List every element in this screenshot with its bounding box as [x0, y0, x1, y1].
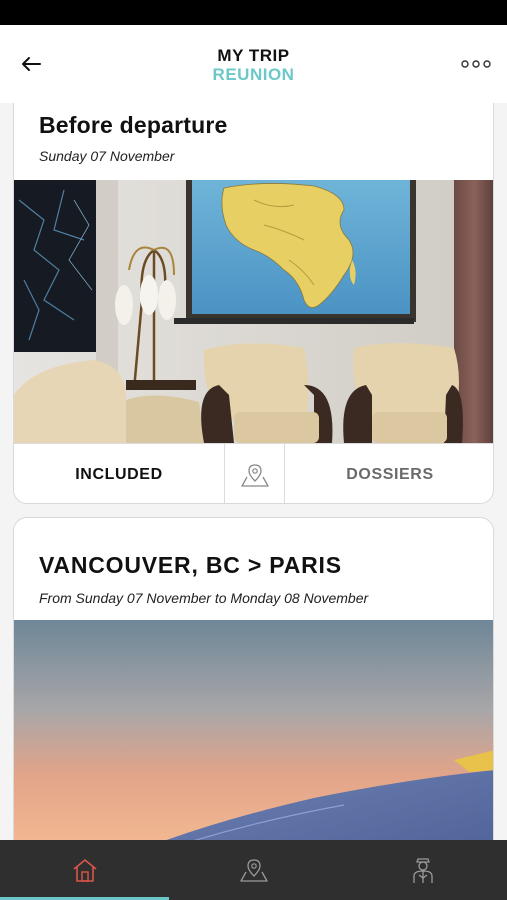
home-icon	[72, 859, 97, 882]
more-dots-icon	[461, 60, 491, 68]
living-room-with-africa-map-photo	[14, 180, 493, 443]
trip-title: MY TRIP	[217, 46, 290, 65]
itinerary-card-before-departure[interactable]: Before departure Sunday 07 November INCL…	[13, 103, 494, 504]
dossiers-button[interactable]: DOSSIERS	[285, 444, 493, 503]
nav-home[interactable]	[0, 840, 169, 900]
map-button[interactable]	[224, 444, 285, 503]
more-button[interactable]	[458, 51, 494, 77]
nav-map[interactable]	[169, 840, 338, 900]
card-actions: INCLUDED DOSSIERS	[14, 443, 493, 503]
map-pin-icon	[239, 859, 268, 882]
page-title: MY TRIP REUNION	[0, 47, 507, 84]
card-date: Sunday 07 November	[39, 148, 175, 164]
bottom-navigation	[0, 840, 507, 900]
card-title: Before departure	[39, 112, 228, 138]
airplane-wing-sunset-photo	[14, 620, 493, 840]
app-header: MY TRIP REUNION	[0, 25, 507, 103]
itinerary-card-flight[interactable]: VANCOUVER, BC > PARIS From Sunday 07 Nov…	[13, 517, 494, 840]
status-bar	[0, 0, 507, 25]
trip-destination: REUNION	[212, 65, 295, 84]
concierge-icon	[412, 858, 433, 883]
card-title: VANCOUVER, BC > PARIS	[39, 552, 342, 578]
card-date: From Sunday 07 November to Monday 08 Nov…	[39, 590, 369, 606]
included-button[interactable]: INCLUDED	[14, 444, 224, 503]
itinerary-feed[interactable]: Before departure Sunday 07 November INCL…	[0, 103, 507, 840]
nav-concierge[interactable]	[338, 840, 507, 900]
map-pin-icon	[240, 463, 269, 487]
